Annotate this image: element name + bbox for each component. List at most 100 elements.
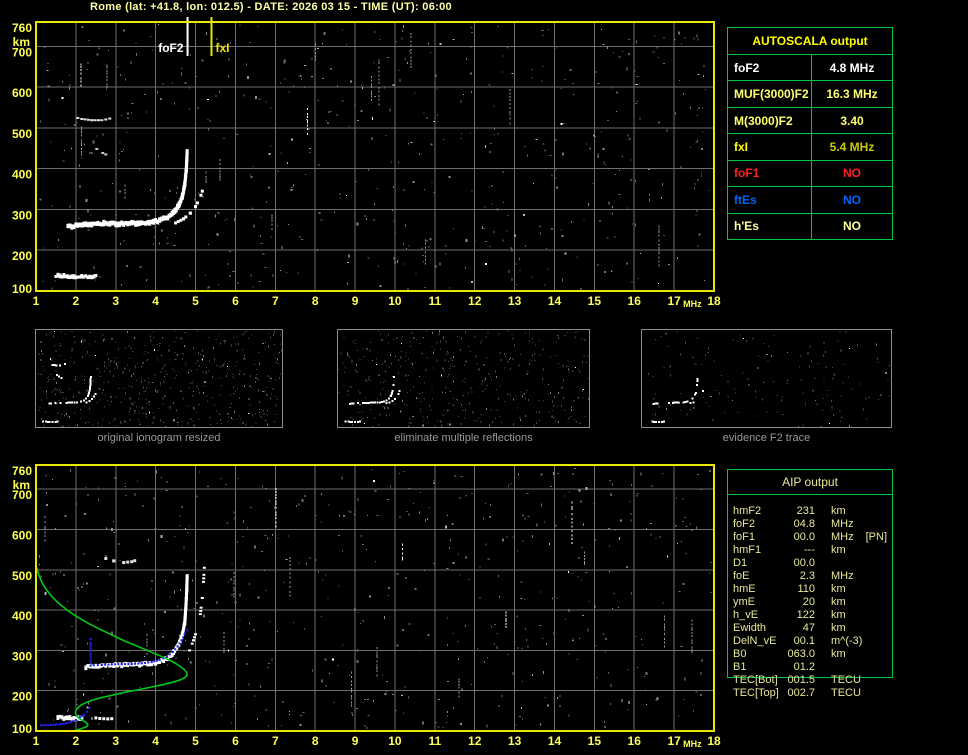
x-tick-label: 10: [388, 734, 402, 748]
aip-label: DelN_vE: [733, 634, 777, 647]
aip-label: B0: [733, 647, 747, 660]
aip-label: Ewidth: [733, 621, 767, 634]
x-tick-label: 7: [272, 734, 279, 748]
x-tick-label: 16: [628, 294, 642, 308]
grid-lines: [36, 465, 714, 731]
x-axis-unit-label: MHz: [683, 739, 702, 749]
y-tick-label: 600: [12, 86, 32, 100]
y-tick-label: 200: [12, 690, 32, 704]
x-tick-label: 15: [588, 734, 602, 748]
y-tick-label: 500: [12, 127, 32, 141]
x-tick-label: 10: [388, 294, 402, 308]
aip-unit: km: [831, 543, 846, 556]
x-tick-label: 6: [232, 294, 239, 308]
thumbnail-eliminate-reflections-image: [337, 329, 590, 428]
ionogram-traces: [54, 116, 204, 280]
aip-unit: km: [831, 608, 846, 621]
aip-value: 04.8: [793, 517, 815, 530]
x-tick-label: 12: [468, 294, 482, 308]
autoscala-row-label: foF2: [728, 55, 812, 81]
thumbnail-evidence-f2-trace-image: [641, 329, 892, 428]
aip-value: ---: [804, 543, 815, 556]
autoscala-row-label: h'Es: [728, 213, 812, 239]
aip-row-foE: foE 2.3 MHz: [733, 569, 963, 582]
aip-label: D1: [733, 556, 748, 569]
autoscala-row-h'Es: h'Es NO: [728, 212, 892, 239]
thumbnail-noise: [647, 330, 890, 427]
autoscala-row-value: 5.4 MHz: [829, 139, 875, 154]
x-tick-label: 14: [548, 294, 562, 308]
thumbnail-trace: [344, 376, 401, 424]
autoscala-row-label: foF1: [728, 160, 812, 187]
aip-unit: km: [831, 621, 846, 634]
autoscala-output-table: AUTOSCALA output foF2 4.8 MHz MUF(3000)F2 1…: [727, 27, 893, 240]
aip-unit: km: [831, 647, 846, 660]
aip-row-hmF2: hmF2 231 km: [733, 504, 963, 517]
x-tick-label: 1: [33, 294, 40, 308]
x-tick-label: 17: [667, 294, 681, 308]
aip-value: 47: [802, 621, 815, 634]
y-tick-label: 300: [12, 649, 32, 663]
y-axis-unit-label: km: [13, 478, 30, 492]
grid-lines: [36, 22, 714, 291]
aip-row-foF1: foF1 00.0 MHz [PN]: [733, 530, 963, 543]
autoscala-row-value: NO: [843, 192, 861, 207]
x-tick-label: 4: [152, 734, 159, 748]
aip-value: 002.7: [787, 686, 815, 699]
y-axis-unit-label: km: [13, 35, 30, 49]
aip-label: hmE: [733, 582, 756, 595]
x-tick-label: 11: [428, 294, 441, 308]
y-tick-label: 760: [12, 464, 32, 478]
aip-unit: MHz: [831, 517, 854, 530]
y-tick-label: 400: [12, 609, 32, 623]
autoscala-table-header: AUTOSCALA output: [728, 28, 892, 55]
aip-row-ymE: ymE 20 km: [733, 595, 963, 608]
aip-unit: km: [831, 504, 846, 517]
aip-row-D1: D1 00.0: [733, 556, 963, 569]
aip-value: 2.3: [799, 569, 815, 582]
aip-row-DelN_vE: DelN_vE 00.1 m^(-3): [733, 634, 963, 647]
autoscala-row-M(3000)F2: M(3000)F2 3.40: [728, 106, 892, 134]
x-tick-label: 11: [428, 734, 441, 748]
aip-value: 001.5: [787, 673, 815, 686]
autoscala-row-fxI: fxI 5.4 MHz: [728, 133, 892, 160]
autoscala-row-label: MUF(3000)F2: [728, 81, 812, 107]
ionogram-traces: [35, 557, 206, 732]
x-axis-unit-label: MHz: [683, 299, 702, 309]
x-tick-label: 17: [667, 734, 681, 748]
aip-unit: m^(-3): [831, 634, 863, 647]
y-tick-label: 500: [12, 569, 32, 583]
aip-row-TEC[Bot]: TEC[Bot] 001.5 TECU: [733, 673, 963, 686]
autoscala-row-label: fxI: [728, 134, 812, 160]
thumbnail-caption: eliminate multiple reflections: [394, 432, 533, 444]
trace-electron-density-profile: [36, 567, 188, 732]
aip-value: 231: [796, 504, 815, 517]
aip-row-foF2: foF2 04.8 MHz: [733, 517, 963, 530]
x-tick-label: 5: [192, 734, 199, 748]
x-tick-label: 6: [232, 734, 239, 748]
aip-note: [PN]: [865, 530, 888, 543]
thumbnail-eliminate-reflections: eliminate multiple reflections: [337, 329, 590, 444]
autoscala-row-foF2: foF2 4.8 MHz: [728, 55, 892, 81]
y-tick-label: 300: [12, 208, 32, 222]
autoscala-row-MUF(3000)F2: MUF(3000)F2 16.3 MHz: [728, 80, 892, 107]
thumbnail-caption: evidence F2 trace: [722, 432, 811, 444]
axis-labels: 760700600500400300200100km1 2 3 4 5 6 7 8 9 10 11 1…: [12, 21, 721, 309]
thumbnail-original-ionogram-image: [35, 329, 283, 428]
y-tick-label: 100: [12, 722, 32, 736]
aip-value: 00.0: [793, 556, 815, 569]
aip-unit: TECU: [831, 673, 861, 686]
aip-value: 00.1: [793, 634, 815, 647]
y-tick-label: 600: [12, 528, 32, 542]
autoscala-row-value: 16.3 MHz: [826, 87, 878, 102]
aip-output-rows: hmF2 231 km foF2 04.8 MHz foF1 00.0 MHz [PN] hmF1 -…: [733, 504, 963, 699]
top-ionogram-plot: foF2 fxI760700600500400300200100km1 2 3 4 5 6 7…: [12, 17, 721, 309]
aip-value: 110: [797, 582, 815, 595]
aip-unit: km: [831, 582, 846, 595]
x-tick-label: 13: [508, 294, 522, 308]
x-tick-label: 8: [312, 294, 319, 308]
autoscala-row-value: NO: [843, 166, 861, 181]
x-tick-label: 8: [312, 734, 319, 748]
y-tick-label: 100: [12, 282, 32, 296]
thumbnail-trace: [42, 362, 97, 424]
